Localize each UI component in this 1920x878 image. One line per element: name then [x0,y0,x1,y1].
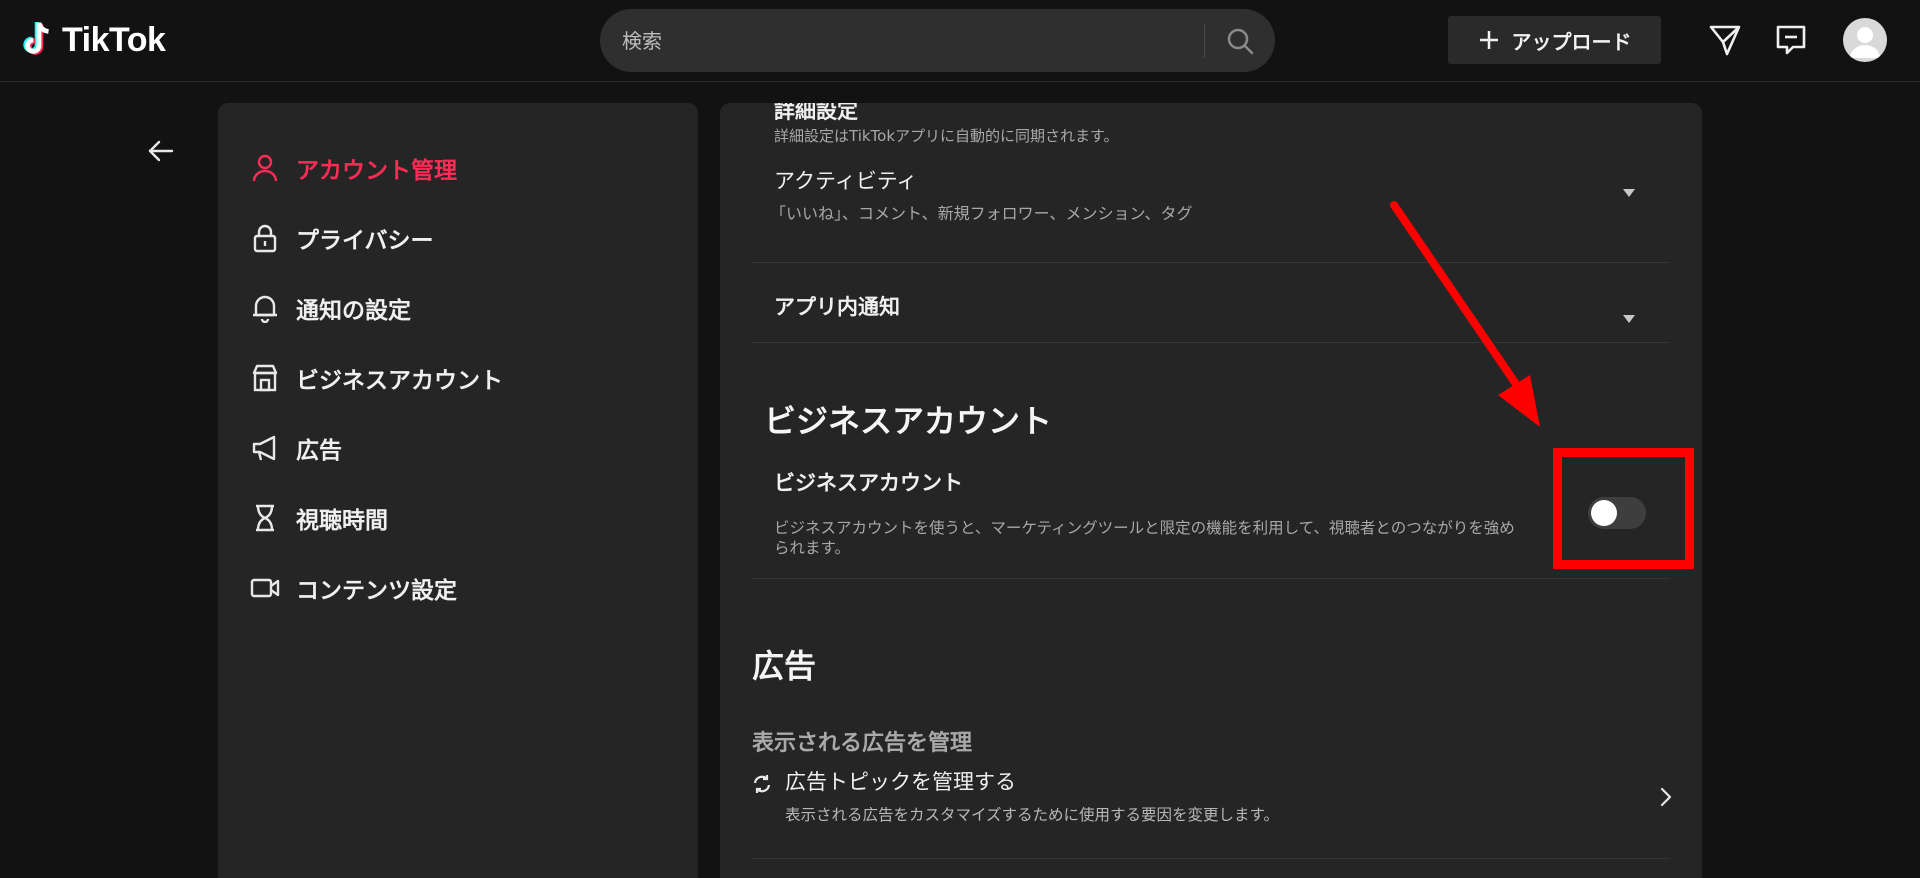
sidebar-item-content[interactable]: コンテンツ設定 [218,553,698,623]
plus-icon [1479,31,1498,49]
advanced-settings-description: 詳細設定はTikTokアプリに自動的に同期されます。 [774,127,1119,145]
refresh-icon [753,775,771,793]
activity-expand-caret[interactable] [1623,189,1635,197]
business-account-heading: ビジネスアカウント [764,402,1053,440]
business-account-row-title: ビジネスアカウント [774,471,963,495]
business-account-description-line2: られます。 [774,539,850,557]
search-input[interactable] [600,9,1204,72]
sidebar-item-watch-time[interactable]: 視聴時間 [218,483,698,553]
bell-icon [253,295,277,323]
divider [752,578,1670,579]
sidebar-item-label: 通知の設定 [296,298,411,324]
manage-ad-topics-description: 表示される広告をカスタマイズするために使用する要因を変更します。 [785,806,1279,824]
back-arrow-icon[interactable] [146,136,176,166]
sidebar-item-notifications[interactable]: 通知の設定 [218,273,698,343]
divider [752,858,1670,859]
business-account-description-line1: ビジネスアカウントを使うと、マーケティングツールと限定の機能を利用して、視聴者と… [774,519,1515,537]
sidebar-item-label: 視聴時間 [296,508,388,534]
sidebar-item-business[interactable]: ビジネスアカウント [218,343,698,413]
sidebar-item-account[interactable]: アカウント管理 [218,133,698,203]
ads-management-subheading: 表示される広告を管理 [752,731,973,756]
upload-button[interactable]: アップロード [1448,16,1661,64]
sidebar-item-label: プライバシー [296,228,434,254]
logo-text: TikTok [62,20,166,59]
in-app-notifications-expand-caret[interactable] [1623,315,1635,323]
search-button[interactable] [1205,9,1275,72]
sidebar-item-label: アカウント管理 [296,158,457,184]
sidebar-item-ads[interactable]: 広告 [218,413,698,483]
store-icon [252,364,278,392]
manage-ad-topics-row[interactable]: 広告トピックを管理する 表示される広告をカスタマイズするために使用する要因を変更… [752,766,1672,830]
hourglass-icon [256,504,274,532]
activity-title: アクティビティ [774,169,918,193]
inbox-icon[interactable] [1773,22,1809,58]
chevron-right-icon [1660,787,1672,807]
tiktok-logo-icon [23,21,49,55]
search-icon [1227,28,1254,54]
in-app-notifications-title: アプリ内通知 [774,295,900,319]
tiktok-logo[interactable]: TikTok [20,18,166,62]
sidebar-item-label: 広告 [296,438,342,464]
avatar[interactable] [1843,18,1887,62]
lock-icon [253,224,277,253]
settings-sidebar: アカウント管理 プライバシー 通知の設定 ビジネスアカウント 広告 視聴時間 コ… [218,103,698,878]
advanced-settings-title: 詳細設定 [774,103,858,123]
default-avatar-icon [1850,27,1880,58]
upload-label: アップロード [1511,29,1632,54]
top-header: TikTok アップロード [0,0,1920,82]
annotation-arrow [1390,201,1540,427]
activity-description: 「いいね」、コメント、新規フォロワー、メンション、タグ [770,204,1193,223]
send-icon[interactable] [1707,22,1743,58]
megaphone-icon [252,435,276,461]
manage-ad-topics-title: 広告トピックを管理する [785,770,1016,794]
ads-heading: 広告 [752,647,817,685]
sidebar-item-label: ビジネスアカウント [296,368,503,394]
search-bar [600,9,1275,72]
sidebar-item-privacy[interactable]: プライバシー [218,203,698,273]
person-icon [252,154,278,182]
sidebar-item-label: コンテンツ設定 [296,578,457,604]
video-camera-icon [250,578,280,598]
annotation-highlight-box [1553,448,1694,569]
